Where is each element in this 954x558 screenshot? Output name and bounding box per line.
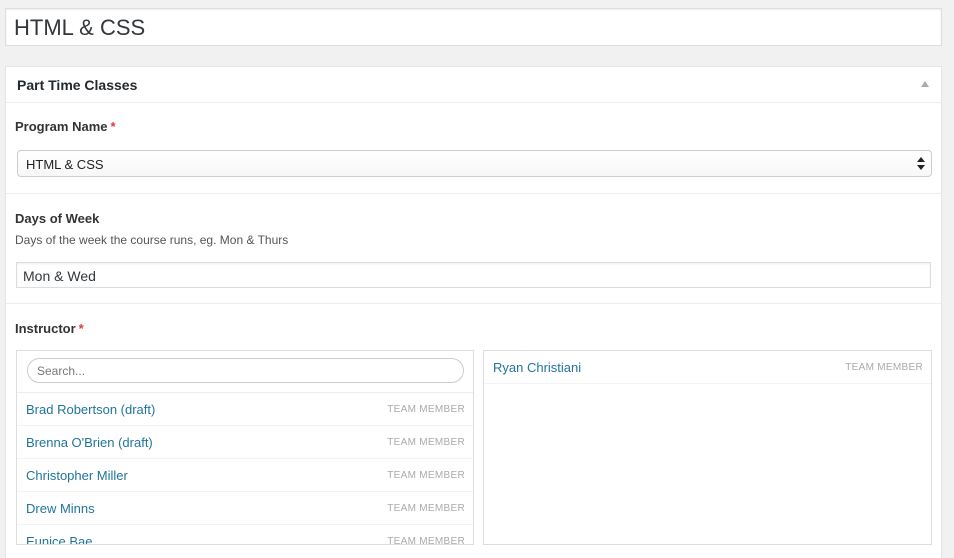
required-mark: * [78, 321, 84, 336]
program-name-selected-value: HTML & CSS [26, 157, 104, 172]
post-type-label: TEAM MEMBER [387, 536, 465, 545]
instructor-label: Instructor * [15, 321, 84, 336]
list-item[interactable]: Brad Robertson (draft) TEAM MEMBER [17, 393, 473, 426]
instructor-name[interactable]: Brenna O'Brien (draft) [26, 435, 153, 450]
post-type-label: TEAM MEMBER [387, 470, 465, 481]
list-item[interactable]: Christopher Miller TEAM MEMBER [17, 459, 473, 492]
instructor-search-input[interactable]: Search... [27, 358, 464, 383]
program-name-select[interactable]: HTML & CSS [17, 150, 932, 177]
selected-item[interactable]: Ryan Christiani TEAM MEMBER [484, 351, 931, 384]
days-of-week-description: Days of the week the course runs, eg. Mo… [15, 233, 289, 247]
post-title-input[interactable]: HTML & CSS [14, 16, 145, 40]
days-of-week-input[interactable]: Mon & Wed [16, 262, 931, 288]
list-item[interactable]: Drew Minns TEAM MEMBER [17, 492, 473, 525]
post-type-label: TEAM MEMBER [845, 362, 923, 373]
metabox-title: Part Time Classes [17, 77, 138, 93]
instructor-search-wrap: Search... [17, 351, 473, 393]
instructor-choices-list[interactable]: Search... Brad Robertson (draft) TEAM ME… [16, 350, 474, 545]
collapse-arrow-icon[interactable] [921, 81, 929, 87]
required-mark: * [110, 119, 116, 134]
instructor-name[interactable]: Drew Minns [26, 501, 95, 516]
program-name-label: Program Name * [15, 119, 116, 134]
divider [6, 303, 941, 304]
list-item[interactable]: Brenna O'Brien (draft) TEAM MEMBER [17, 426, 473, 459]
metabox-header[interactable]: Part Time Classes [6, 67, 941, 103]
selected-instructor-name[interactable]: Ryan Christiani [493, 360, 581, 375]
post-type-label: TEAM MEMBER [387, 437, 465, 448]
instructor-name[interactable]: Brad Robertson (draft) [26, 402, 155, 417]
days-of-week-value: Mon & Wed [23, 268, 96, 284]
select-arrows-icon [917, 157, 925, 170]
search-placeholder: Search... [37, 364, 86, 378]
instructor-name[interactable]: Eunice Bae [26, 534, 93, 544]
divider [6, 193, 941, 194]
list-item[interactable]: Eunice Bae TEAM MEMBER [17, 525, 473, 545]
post-type-label: TEAM MEMBER [387, 404, 465, 415]
days-of-week-label: Days of Week [15, 211, 100, 226]
instructor-selected-list[interactable]: Ryan Christiani TEAM MEMBER [483, 350, 932, 545]
instructor-name[interactable]: Christopher Miller [26, 468, 128, 483]
post-title-field[interactable]: HTML & CSS [5, 8, 942, 46]
post-type-label: TEAM MEMBER [387, 503, 465, 514]
part-time-classes-metabox: Part Time Classes Program Name * HTML & C… [5, 66, 942, 558]
